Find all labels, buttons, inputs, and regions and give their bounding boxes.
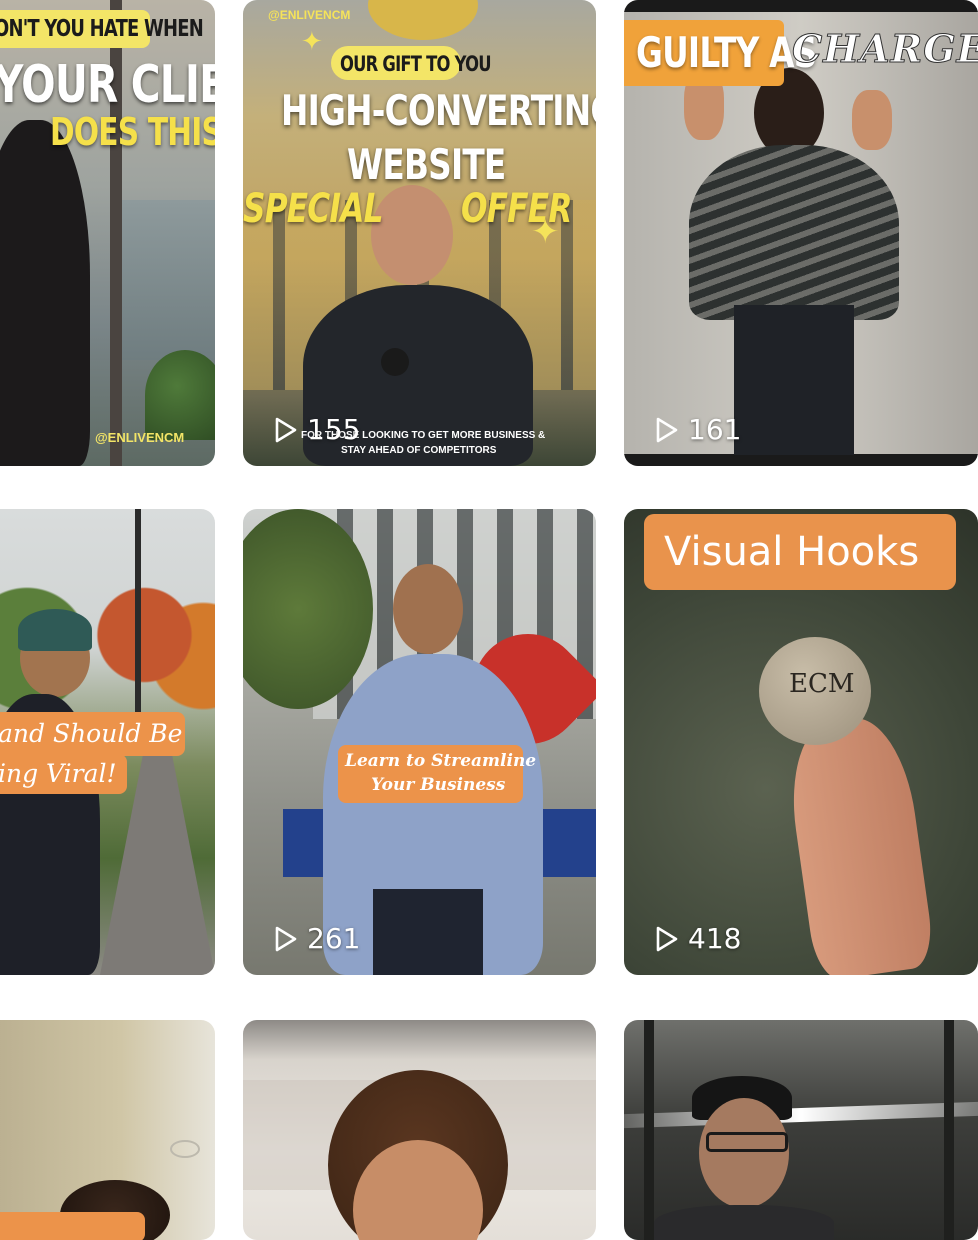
overlay-footer-2: STAY AHEAD OF COMPETITORS <box>341 445 497 456</box>
person-legs <box>373 889 483 975</box>
reel-tile-9[interactable] <box>624 1020 978 1240</box>
play-count: 418 <box>654 922 741 955</box>
overlay-guilty: GUILTY AS <box>636 28 817 77</box>
person-face <box>699 1098 789 1208</box>
person-beanie <box>18 609 92 651</box>
play-icon <box>656 417 678 442</box>
play-icon <box>275 926 297 951</box>
play-icon <box>656 926 678 951</box>
overlay-special: SPECIAL <box>243 186 384 232</box>
person-head <box>371 185 453 285</box>
overlay-title: Visual Hooks <box>664 529 920 575</box>
person-body <box>654 1205 834 1240</box>
sparkle-icon: ✦ <box>531 213 560 251</box>
glasses <box>706 1132 788 1152</box>
overlay-banner <box>0 1212 145 1240</box>
bottom-bar <box>624 454 978 466</box>
hand-right <box>852 90 892 150</box>
top-bar <box>624 0 978 12</box>
play-count-value: 161 <box>688 413 742 446</box>
reel-tile-3[interactable]: GUILTY AS CHARGED 161 <box>624 0 978 466</box>
reel-tile-8[interactable] <box>243 1020 596 1240</box>
play-count-value: 155 <box>307 413 361 446</box>
gym-rack <box>644 1020 654 1240</box>
overlay-line-1: and Should Be <box>0 719 183 748</box>
overlay-handle: @ENLIVENCM <box>95 430 185 445</box>
person-head <box>393 564 463 654</box>
person <box>0 120 90 466</box>
person-sweater <box>689 145 899 320</box>
reel-tile-2[interactable]: @ENLIVENCM ✦ OUR GIFT TO YOU HIGH-CONVER… <box>243 0 596 466</box>
play-count: 161 <box>654 413 741 446</box>
play-icon <box>275 417 297 442</box>
play-count-value: 261 <box>307 922 361 955</box>
microphone <box>381 348 409 376</box>
overlay-headline-2: WEBSITE <box>347 140 506 189</box>
lamp-post <box>135 509 141 729</box>
reel-thumbnail <box>624 1020 978 1240</box>
overlay-line-1: Learn to Streamline <box>345 751 537 771</box>
stone-text: ECM <box>789 669 855 699</box>
person-legs <box>734 305 854 455</box>
reel-tile-7[interactable] <box>0 1020 215 1240</box>
reel-tile-6[interactable]: ECM Visual Hooks 418 <box>624 509 978 975</box>
overlay-handle: @ENLIVENCM <box>268 8 351 22</box>
play-count-value: 418 <box>688 922 742 955</box>
overlay-line-3: DOES THIS? <box>50 110 215 154</box>
reel-tile-4[interactable]: and Should Be ing Viral! <box>0 509 215 975</box>
ceiling-light <box>170 1140 200 1158</box>
overlay-badge-text: OUR GIFT TO YOU <box>340 52 492 76</box>
overlay-line-2: ing Viral! <box>0 759 117 788</box>
overlay-line-2: Your Business <box>371 775 506 795</box>
overlay-line-1: ON'T YOU HATE WHEN <box>0 16 204 42</box>
play-count: 261 <box>273 922 360 955</box>
overlay-charged: CHARGED <box>792 26 978 72</box>
city-skyline <box>122 200 215 360</box>
overlay-headline-1: HIGH-CONVERTING <box>281 86 596 135</box>
gym-rack-right <box>944 1020 954 1240</box>
play-count: 155 <box>273 413 360 446</box>
reel-tile-1[interactable]: ON'T YOU HATE WHEN YOUR CLIENT DOES THIS… <box>0 0 215 466</box>
overlay-line-2: YOUR CLIENT <box>0 55 215 115</box>
reel-tile-5[interactable]: Learn to Streamline Your Business 261 <box>243 509 596 975</box>
sparkle-icon: ✦ <box>301 26 323 56</box>
plant <box>145 350 215 440</box>
